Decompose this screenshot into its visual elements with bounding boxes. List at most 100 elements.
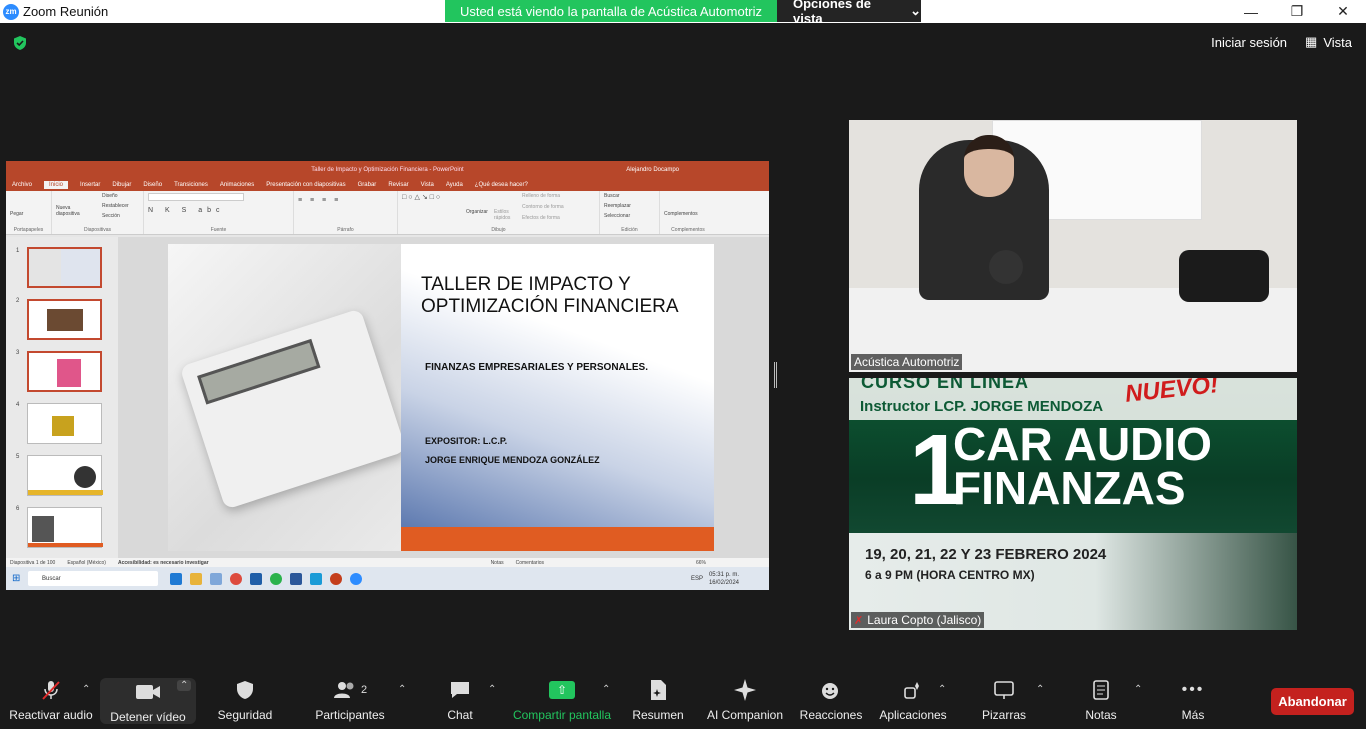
slide-thumbnail[interactable] bbox=[27, 455, 103, 496]
shapes-gallery[interactable]: □○△↘□○ bbox=[402, 193, 442, 201]
notes-chevron-icon[interactable]: ⌃ bbox=[1134, 684, 1142, 695]
current-slide[interactable]: TALLER DE IMPACTO Y OPTIMIZACIÓN FINANCI… bbox=[168, 244, 714, 551]
paste-button[interactable]: Pegar bbox=[10, 211, 47, 217]
ppt-tab[interactable]: Presentación con diapositivas bbox=[266, 182, 345, 188]
replace-button[interactable]: Reemplazar bbox=[604, 203, 655, 209]
reactions-button[interactable]: Reacciones bbox=[800, 670, 862, 729]
ppt-tab[interactable]: Ayuda bbox=[446, 182, 463, 188]
view-options-button[interactable]: Opciones de vista ⌄ bbox=[777, 0, 921, 26]
whiteboards-chevron-icon[interactable]: ⌃ bbox=[1036, 684, 1044, 695]
calculator-app-icon[interactable] bbox=[250, 572, 262, 585]
font-format-buttons[interactable]: N K S abc bbox=[148, 207, 289, 214]
section-button[interactable]: Sección bbox=[102, 213, 120, 219]
summary-button[interactable]: Resumen bbox=[628, 670, 688, 729]
accessibility-status[interactable]: Accesibilidad: es necesario investigar bbox=[118, 560, 209, 566]
video-options-chevron-icon[interactable]: ⌃ bbox=[177, 680, 192, 691]
leave-button[interactable]: Abandonar bbox=[1271, 688, 1354, 715]
edge-icon[interactable] bbox=[170, 572, 182, 585]
shape-fill-button[interactable]: Relleno de forma bbox=[522, 193, 560, 199]
sign-in-button[interactable]: Iniciar sesión bbox=[1211, 35, 1287, 50]
shape-effects-button[interactable]: Efectos de forma bbox=[522, 215, 560, 221]
windows-start-icon[interactable]: ⊞ bbox=[12, 573, 20, 584]
ppt-tab[interactable]: Grabar bbox=[358, 182, 377, 188]
arrange-button[interactable]: Organizar bbox=[466, 209, 488, 215]
addins-button[interactable]: Complementos bbox=[664, 211, 712, 217]
group-label: Diapositivas bbox=[84, 227, 111, 233]
whiteboards-button[interactable]: Pizarras bbox=[974, 670, 1034, 729]
input-language[interactable]: ESP bbox=[691, 576, 703, 582]
settings-icon[interactable] bbox=[210, 572, 222, 585]
reset-button[interactable]: Restablecer bbox=[102, 203, 129, 209]
find-button[interactable]: Buscar bbox=[604, 193, 655, 199]
desk-microphone bbox=[989, 250, 1023, 284]
language[interactable]: Español (México) bbox=[67, 560, 106, 566]
select-button[interactable]: Seleccionar bbox=[604, 213, 655, 219]
word-icon[interactable] bbox=[290, 572, 302, 585]
apps-chevron-icon[interactable]: ⌃ bbox=[938, 684, 946, 695]
taskbar-search-label: Buscar bbox=[42, 575, 61, 582]
participants-chevron-icon[interactable]: ⌃ bbox=[398, 684, 406, 695]
ppt-tab[interactable]: Dibujar bbox=[112, 182, 131, 188]
slide-thumbnail[interactable] bbox=[27, 299, 102, 340]
more-button[interactable]: ••• Más bbox=[1170, 670, 1216, 729]
slide-thumbnail[interactable] bbox=[27, 247, 102, 288]
apps-button[interactable]: Aplicaciones bbox=[878, 670, 948, 729]
security-button[interactable]: Seguridad bbox=[210, 670, 280, 729]
ppt-tab[interactable]: Transiciones bbox=[174, 182, 208, 188]
slide-thumbnail[interactable] bbox=[27, 507, 103, 548]
slide-thumbnail[interactable] bbox=[27, 351, 102, 392]
close-icon[interactable]: ✕ bbox=[1320, 0, 1366, 23]
ppt-tab[interactable]: Insertar bbox=[80, 182, 100, 188]
encryption-shield-icon[interactable] bbox=[12, 35, 28, 51]
file-explorer-icon[interactable] bbox=[190, 572, 202, 585]
view-options-label: Opciones de vista bbox=[793, 0, 872, 26]
slide-title: TALLER DE IMPACTO Y OPTIMIZACIÓN FINANCI… bbox=[421, 274, 679, 317]
participants-button[interactable]: 2 Participantes bbox=[310, 670, 390, 729]
chat-chevron-icon[interactable]: ⌃ bbox=[488, 684, 496, 695]
video-camera-icon bbox=[135, 679, 161, 705]
shared-screen: Taller de Impacto y Optimización Financi… bbox=[6, 161, 769, 590]
slide-thumbnail[interactable] bbox=[27, 403, 102, 444]
quick-styles-button[interactable]: Estilos rápidos bbox=[494, 209, 514, 221]
notes-button[interactable]: Notas bbox=[1076, 670, 1126, 729]
video-tile-acustica[interactable]: Acústica Automotriz bbox=[849, 120, 1297, 372]
ribbon-group-paragraph: ≡ ≡ ≡ ≡ Párrafo bbox=[294, 191, 398, 234]
pane-resize-handle[interactable] bbox=[774, 362, 777, 388]
chat-button[interactable]: Chat bbox=[430, 670, 490, 729]
taskbar-clock[interactable]: 05:31 p. m. 16/02/2024 bbox=[709, 571, 739, 587]
meeting-toolbar: Reactivar audio ⌃ Detener vídeo ⌃ Seguri… bbox=[0, 670, 1366, 729]
ribbon-group-drawing: □○△↘□○ Organizar Estilos rápidos Relleno… bbox=[398, 191, 600, 234]
minimize-icon[interactable]: — bbox=[1228, 0, 1274, 23]
ai-companion-button[interactable]: AI Companion bbox=[704, 670, 786, 729]
zoom-level[interactable]: 66% bbox=[696, 560, 706, 566]
ppt-tab[interactable]: Vista bbox=[421, 182, 434, 188]
chrome-icon[interactable] bbox=[230, 572, 242, 585]
font-name-input[interactable] bbox=[148, 193, 244, 201]
taskbar-search[interactable]: Buscar bbox=[28, 571, 158, 586]
ppt-tab[interactable]: Animaciones bbox=[220, 182, 254, 188]
ppt-ribbon: Pegar Portapapeles Nueva diapositiva Dis… bbox=[6, 191, 769, 235]
sparkle-icon bbox=[733, 677, 757, 703]
paragraph-buttons[interactable]: ≡ ≡ ≡ ≡ bbox=[298, 197, 393, 204]
ppt-tab[interactable]: Diseño bbox=[143, 182, 162, 188]
comments-button[interactable]: Comentarios bbox=[516, 560, 544, 566]
maximize-icon[interactable]: ❐ bbox=[1274, 0, 1320, 23]
ppt-tab[interactable]: Archivo bbox=[12, 182, 32, 188]
shape-outline-button[interactable]: Contorno de forma bbox=[522, 204, 564, 210]
view-button[interactable]: ▦ Vista bbox=[1305, 34, 1352, 50]
new-slide-button[interactable]: Nueva diapositiva bbox=[56, 205, 86, 217]
powerpoint-icon[interactable] bbox=[330, 572, 342, 585]
unmute-button[interactable]: Reactivar audio bbox=[8, 670, 94, 729]
ppt-tab[interactable]: Revisar bbox=[388, 182, 408, 188]
video-tile-laura[interactable]: CURSO EN LÍNEA Instructor LCP. JORGE MEN… bbox=[849, 378, 1297, 630]
notes-button[interactable]: Notas bbox=[491, 560, 504, 566]
share-chevron-icon[interactable]: ⌃ bbox=[602, 684, 610, 695]
layout-button[interactable]: Diseño bbox=[102, 193, 118, 199]
app-icon[interactable] bbox=[310, 572, 322, 585]
ppt-tab-active[interactable]: Inicio bbox=[44, 180, 69, 189]
audio-options-chevron-icon[interactable]: ⌃ bbox=[82, 684, 90, 695]
whatsapp-icon[interactable] bbox=[270, 572, 282, 585]
ppt-tell-me[interactable]: ¿Qué desea hacer? bbox=[475, 182, 528, 188]
zoom-app-icon[interactable] bbox=[350, 572, 362, 585]
share-screen-button[interactable]: ⇧ Compartir pantalla bbox=[510, 670, 614, 729]
